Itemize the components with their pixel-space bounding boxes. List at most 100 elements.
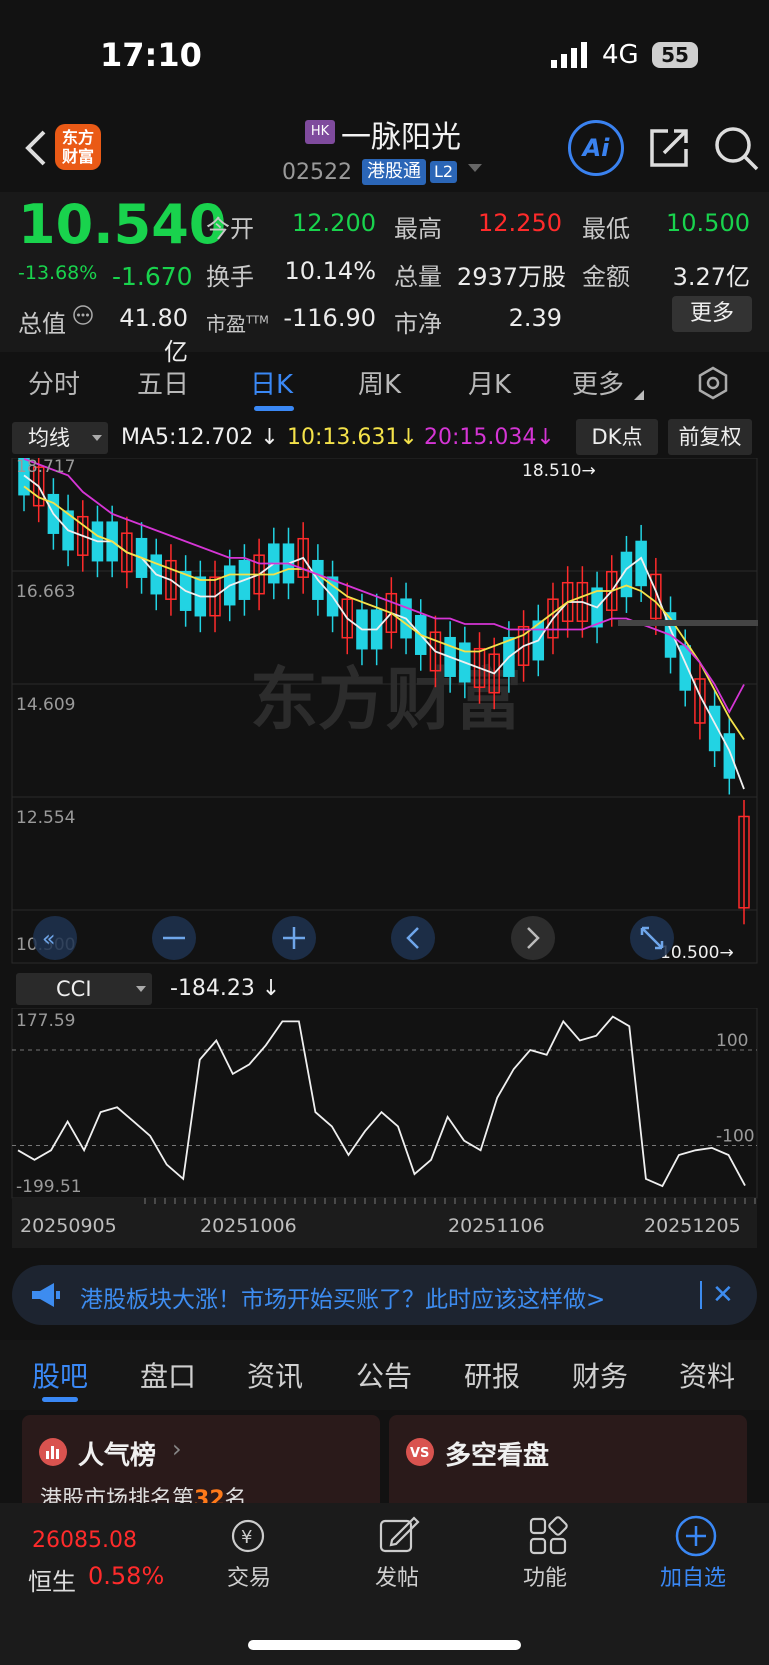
chevron-down-icon <box>136 986 146 992</box>
chevron-down-icon <box>92 435 102 441</box>
app-logo: 东方 财富 <box>55 124 101 170</box>
nav-post[interactable]: 发帖 <box>352 1560 442 1592</box>
ma-line-MA5 <box>23 474 745 790</box>
ma-select-label: 均线 <box>28 426 70 450</box>
tab-order-book[interactable]: 盘口 <box>140 1355 196 1395</box>
ma20-text: 20:15.034 <box>424 425 537 450</box>
back-arrow-icon[interactable] <box>18 128 58 168</box>
cci-indicator-select[interactable]: CCI <box>16 973 152 1005</box>
ranking-icon <box>39 1438 67 1466</box>
bull-bear-title: 多空看盘 <box>445 1441 550 1471</box>
zoom-controls: « <box>33 916 674 960</box>
cci-tick-label: 177.59 <box>16 1011 75 1031</box>
battery-icon: 55 <box>652 42 698 68</box>
turnover-label: 换手 <box>206 263 254 291</box>
tab-daily-k[interactable]: 日K <box>250 364 293 401</box>
chevron-down-icon[interactable] <box>468 164 482 172</box>
bull-bear-card[interactable]: VS 多空看盘 <box>389 1415 747 1515</box>
hsi-value[interactable]: 26085.08 <box>32 1528 137 1553</box>
tab-profile[interactable]: 资料 <box>679 1355 735 1395</box>
info-icon[interactable] <box>72 304 94 326</box>
news-banner-text[interactable]: 港股板块大涨！市场开始买账了？此时应该这样做> <box>80 1280 605 1314</box>
amount-value: 3.27亿 <box>672 263 750 291</box>
price-adjust-button[interactable]: 前复权 <box>668 419 752 455</box>
svg-text:«: « <box>42 927 55 952</box>
market-badge: HK <box>305 120 335 144</box>
pe-label: 市盈TTM <box>206 308 269 337</box>
tab-weekly-k[interactable]: 周K <box>358 364 401 401</box>
volume-label: 总量 <box>394 263 442 291</box>
nav-trade[interactable]: 交易 <box>204 1560 294 1592</box>
share-icon[interactable] <box>648 125 692 169</box>
more-quote-button[interactable]: 更多 <box>672 296 752 332</box>
home-indicator <box>248 1640 521 1650</box>
zoom-out-button[interactable] <box>152 916 196 960</box>
y-tick-label: 16.663 <box>16 582 75 602</box>
megaphone-icon <box>32 1283 60 1307</box>
tab-more[interactable]: 更多 <box>572 364 624 401</box>
cci-axis-labels: 177.59 -199.51 <box>16 1011 82 1197</box>
cci-value-text: -184.23 <box>170 976 255 1001</box>
grid-icon[interactable] <box>528 1516 568 1556</box>
tab-research[interactable]: 研报 <box>464 1355 520 1395</box>
cci-chart[interactable]: 100-100 177.59-199.51 20250905 20251006 20… <box>0 1008 769 1248</box>
level2-badge: L2 <box>430 161 458 183</box>
dk-point-button[interactable]: DK点 <box>576 419 658 455</box>
ma-indicator-select[interactable]: 均线 <box>12 422 108 454</box>
gear-icon[interactable] <box>696 366 730 400</box>
tab-monthly-k[interactable]: 月K <box>468 364 511 401</box>
close-icon[interactable]: ✕ <box>712 1280 734 1310</box>
pe-superscript: TTM <box>246 313 269 327</box>
hsi-change[interactable]: 0.58% <box>88 1562 164 1590</box>
amount-label: 金额 <box>582 263 630 291</box>
kline-chart[interactable]: 东方财富 18.71716.66314.60912.55410.500 18.5… <box>0 458 769 968</box>
high-label: 最高 <box>394 215 442 243</box>
stock-connect-badge: 港股通 <box>362 159 426 185</box>
scroll-right-button[interactable] <box>511 916 555 960</box>
ai-assistant-button[interactable]: Ai <box>568 120 624 176</box>
cci-tick-label: -199.51 <box>16 1177 82 1197</box>
trade-icon[interactable]: ¥ <box>226 1516 272 1556</box>
scroll-left-fast-button[interactable]: « <box>33 916 77 960</box>
ma5-text: MA5:12.702 <box>121 425 254 450</box>
y-tick-label: 14.609 <box>16 695 75 715</box>
search-icon[interactable] <box>713 125 759 171</box>
nav-functions[interactable]: 功能 <box>500 1560 590 1592</box>
high-value: 12.250 <box>478 209 562 237</box>
zoom-in-button[interactable] <box>272 916 316 960</box>
tab-intraday[interactable]: 分时 <box>28 364 80 401</box>
open-label: 今开 <box>206 215 254 243</box>
open-value: 12.200 <box>292 209 376 237</box>
tab-five-day[interactable]: 五日 <box>137 364 189 401</box>
low-value: 10.500 <box>666 209 750 237</box>
logo-text-line2: 财富 <box>61 147 94 166</box>
add-icon[interactable] <box>674 1514 718 1558</box>
nav-add-watchlist[interactable]: 加自选 <box>648 1560 738 1592</box>
chevron-right-icon: › <box>172 1435 182 1463</box>
tab-news[interactable]: 资讯 <box>247 1355 303 1395</box>
date-label: 20250905 <box>20 1215 117 1237</box>
y-tick-label: 12.554 <box>16 808 75 828</box>
tab-forum[interactable]: 股吧 <box>32 1355 88 1395</box>
tab-announcements[interactable]: 公告 <box>356 1355 412 1395</box>
date-label: 20251205 <box>644 1215 741 1237</box>
ma10-text: 10:13.631 <box>287 425 400 450</box>
svg-text:¥: ¥ <box>241 1527 252 1548</box>
popularity-card[interactable]: 人气榜 › 港股市场排名第32名 <box>22 1415 380 1515</box>
tab-financials[interactable]: 财务 <box>572 1355 628 1395</box>
scroll-left-button[interactable] <box>391 916 435 960</box>
signal-icon <box>551 42 587 68</box>
fullscreen-button[interactable] <box>630 916 674 960</box>
last-price: 10.540 <box>18 193 227 256</box>
ma5-value: MA5:12.702 ↓ <box>121 425 279 450</box>
change-percent: -13.68% <box>18 262 98 284</box>
corner-caret-icon <box>634 390 644 400</box>
pe-label-text: 市盈 <box>206 312 246 336</box>
hsi-name[interactable]: 恒生 <box>28 1562 76 1597</box>
stock-name[interactable]: 一脉阳光 <box>341 112 461 156</box>
edit-icon[interactable] <box>378 1514 420 1556</box>
date-label: 20251106 <box>448 1215 545 1237</box>
candle-body <box>723 733 736 779</box>
status-time: 17:10 <box>100 36 202 74</box>
ma10-value: 10:13.631↓ <box>287 425 418 450</box>
